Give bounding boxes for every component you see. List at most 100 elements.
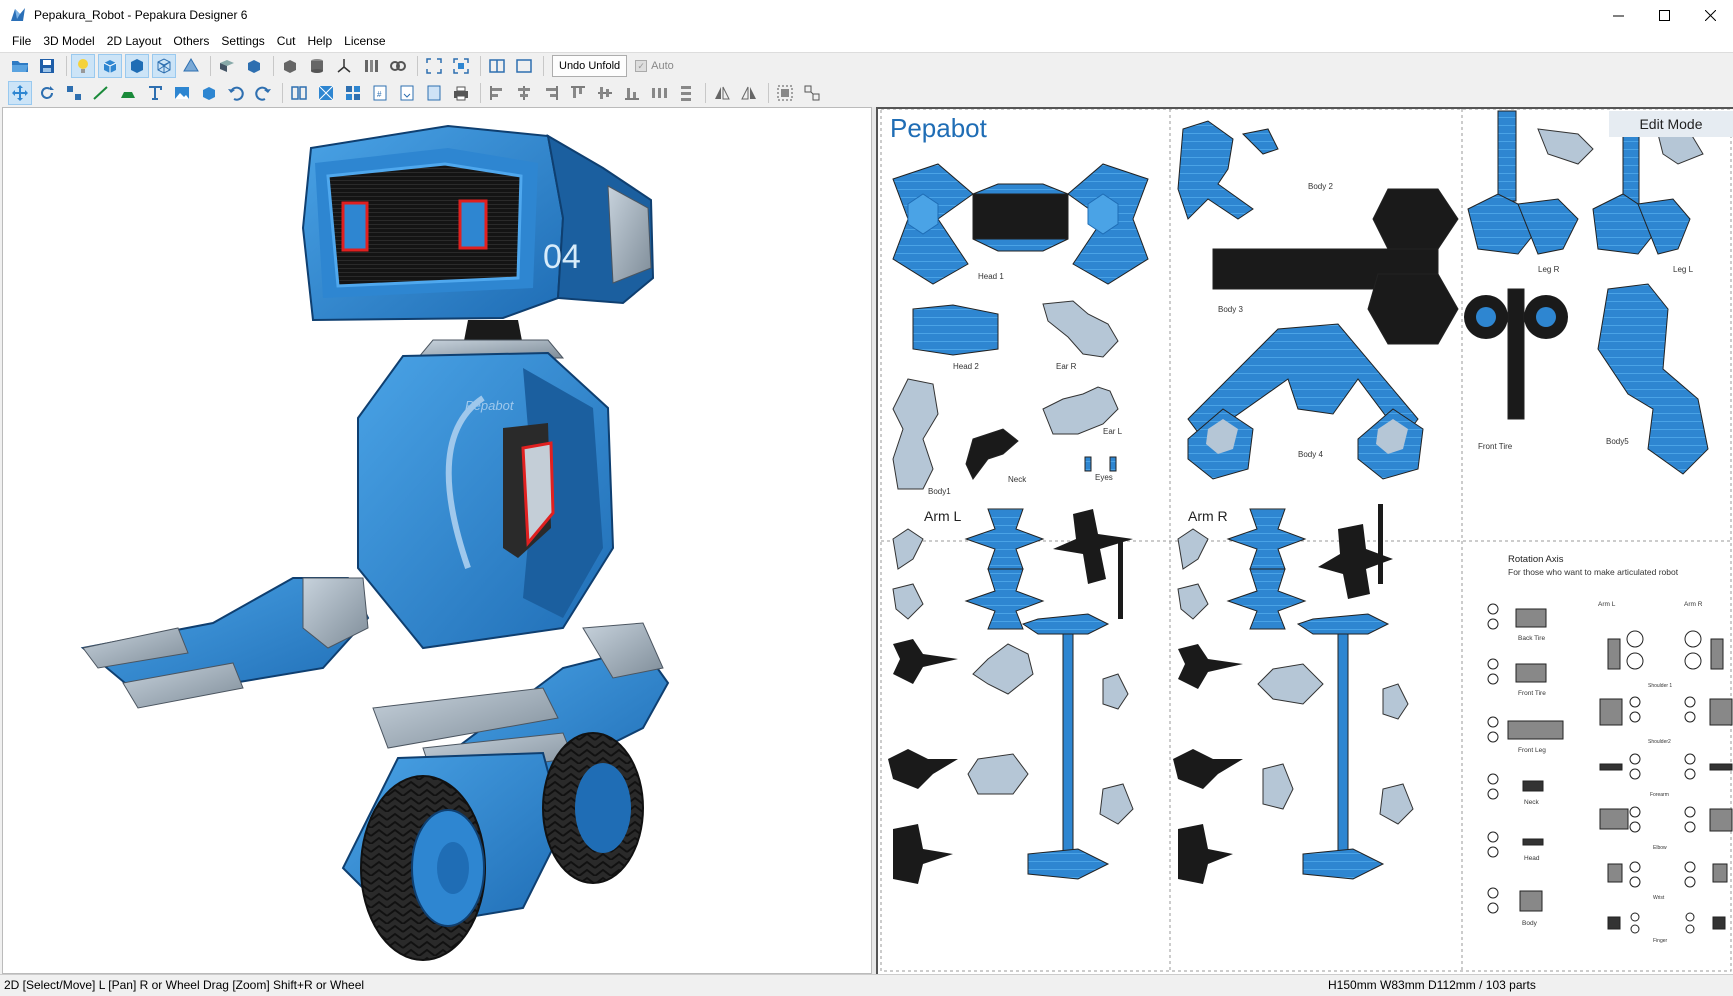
align-button[interactable] <box>62 81 86 105</box>
align-left-button[interactable] <box>485 81 509 105</box>
label-body-4: Body 4 <box>1298 450 1323 459</box>
undo-unfold-button[interactable]: Undo Unfold <box>552 55 628 77</box>
rotation-axis-subtitle: For those who want to make articulated r… <box>1508 567 1679 577</box>
cylinder-button[interactable] <box>305 54 329 78</box>
edit-mode-button[interactable]: Edit Mode <box>1609 111 1733 137</box>
minimize-button[interactable] <box>1595 0 1641 30</box>
face-toggle-button[interactable] <box>125 54 149 78</box>
part-arm-l[interactable] <box>888 508 1134 884</box>
wireframe-toggle-button[interactable] <box>152 54 176 78</box>
layout-button[interactable] <box>287 81 311 105</box>
distribute-v-button[interactable] <box>674 81 698 105</box>
grid-button[interactable] <box>341 81 365 105</box>
join-button[interactable] <box>386 54 410 78</box>
image-button[interactable] <box>170 81 194 105</box>
align-bottom-icon <box>625 87 639 100</box>
menu-license[interactable]: License <box>338 30 391 52</box>
align-middle-button[interactable] <box>593 81 617 105</box>
fit-selection-button[interactable] <box>449 54 473 78</box>
group-button[interactable] <box>773 81 797 105</box>
select-move-button[interactable] <box>8 80 32 105</box>
axis-button[interactable] <box>332 54 356 78</box>
menu-2d-layout[interactable]: 2D Layout <box>101 30 168 52</box>
title-bar: Pepakura_Robot - Pepakura Designer 6 <box>0 0 1733 30</box>
link-icon <box>390 61 406 71</box>
part-neck[interactable] <box>965 428 1019 480</box>
model-button[interactable] <box>242 54 266 78</box>
print-preview-button[interactable] <box>422 81 446 105</box>
part-eyes[interactable] <box>1084 456 1117 472</box>
rotation-label-finger: Finger <box>1653 938 1668 944</box>
menu-3d-model[interactable]: 3D Model <box>37 30 100 52</box>
align-right-button[interactable] <box>539 81 563 105</box>
group-icon <box>777 85 793 100</box>
robot-3d-model[interactable]: 04 Pepabot <box>3 108 871 973</box>
part-front-tire[interactable] <box>1464 288 1568 420</box>
flap-button[interactable] <box>116 81 140 105</box>
distribute-h-button[interactable] <box>647 81 671 105</box>
label-neck: Neck <box>1008 475 1027 484</box>
undo-button[interactable] <box>224 81 248 105</box>
menu-file[interactable]: File <box>6 30 37 52</box>
close-button[interactable] <box>1687 0 1733 30</box>
robot-badge: 04 <box>543 238 581 276</box>
robot-eye-right <box>458 199 488 250</box>
menu-settings[interactable]: Settings <box>215 30 270 52</box>
part-body-2[interactable] <box>1177 120 1279 220</box>
part-arm-r[interactable] <box>1173 504 1414 884</box>
redo-icon <box>255 86 271 101</box>
arrange-button[interactable] <box>314 81 338 105</box>
save-button[interactable] <box>35 54 59 78</box>
print-button[interactable] <box>449 81 473 105</box>
part-head-2[interactable] <box>912 304 999 356</box>
align-center-icon <box>518 85 530 100</box>
robot-eye-left <box>341 201 369 252</box>
box-button[interactable] <box>197 81 221 105</box>
open-button[interactable] <box>8 54 32 78</box>
menu-others[interactable]: Others <box>167 30 215 52</box>
rotate-button[interactable] <box>35 81 59 105</box>
texture-toggle-button[interactable] <box>98 54 122 78</box>
align-left-icon <box>490 85 502 100</box>
align-center-h-button[interactable] <box>512 81 536 105</box>
columns-button[interactable] <box>359 54 383 78</box>
label-body-1: Body1 <box>928 487 951 496</box>
single-view-button[interactable] <box>512 54 536 78</box>
auto-checkbox[interactable]: ✓ Auto <box>635 60 674 72</box>
flip-v-button[interactable] <box>737 81 761 105</box>
align-icon <box>67 85 81 100</box>
cube-button[interactable] <box>278 54 302 78</box>
status-dimensions: H150mm W83mm D112mm / 103 parts <box>1328 978 1536 992</box>
menu-help[interactable]: Help <box>301 30 338 52</box>
part-body-1[interactable] <box>892 378 939 490</box>
fit-button[interactable] <box>422 54 446 78</box>
2d-layout-view[interactable]: Pepabot Head 1 Head 2 Ear R Ear L Body1 … <box>876 107 1733 974</box>
light-toggle-button[interactable] <box>71 54 95 78</box>
part-head-1[interactable] <box>892 163 1149 285</box>
align-bottom-button[interactable] <box>620 81 644 105</box>
axis-icon <box>337 59 351 73</box>
unfold-button[interactable] <box>215 54 239 78</box>
ungroup-button[interactable] <box>800 81 824 105</box>
text-button[interactable] <box>143 81 167 105</box>
part-ear-r[interactable] <box>1042 300 1119 358</box>
split-view-button[interactable] <box>485 54 509 78</box>
3d-view[interactable]: 04 Pepabot <box>2 107 872 974</box>
page-export-button[interactable] <box>395 81 419 105</box>
menu-cut[interactable]: Cut <box>271 30 302 52</box>
flip-h-button[interactable] <box>710 81 734 105</box>
unfolded-pattern-sheet[interactable]: Pepabot Head 1 Head 2 Ear R Ear L Body1 … <box>878 109 1733 974</box>
rotation-label-wrist: Wrist <box>1653 895 1665 901</box>
edge-button[interactable] <box>89 81 113 105</box>
part-body-3[interactable] <box>1212 188 1459 345</box>
fit-icon <box>426 58 442 74</box>
shade-button[interactable] <box>179 54 203 78</box>
align-top-button[interactable] <box>566 81 590 105</box>
flip-h-icon <box>715 86 730 99</box>
label-leg-l: Leg L <box>1673 265 1694 274</box>
label-ear-r: Ear R <box>1056 362 1077 371</box>
rotation-parts[interactable] <box>1487 603 1733 934</box>
page-number-button[interactable]: # <box>368 81 392 105</box>
redo-button[interactable] <box>251 81 275 105</box>
maximize-button[interactable] <box>1641 0 1687 30</box>
